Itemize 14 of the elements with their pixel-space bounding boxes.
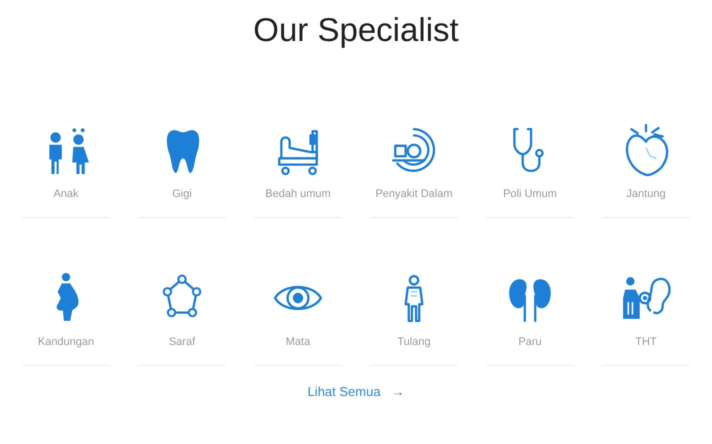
- specialist-link[interactable]: Mata: [286, 334, 310, 351]
- specialist-link[interactable]: Penyakit Dalam: [375, 186, 453, 203]
- specialist-link[interactable]: Bedah umum: [265, 186, 331, 203]
- specialist-link[interactable]: Tulang: [397, 334, 431, 351]
- section-title: Our Specialist: [253, 10, 459, 50]
- specialist-link[interactable]: Poli Umum: [503, 186, 557, 203]
- specialist-link[interactable]: Paru: [518, 334, 542, 351]
- specialist-link[interactable]: Jantung: [626, 186, 666, 203]
- specialist-link[interactable]: THT: [635, 334, 657, 351]
- specialist-link[interactable]: Kandungan: [38, 334, 94, 351]
- specialist-link[interactable]: Saraf: [168, 334, 196, 351]
- specialist-link[interactable]: Gigi: [172, 186, 192, 203]
- specialist-link[interactable]: Anak: [53, 186, 79, 203]
- see-all-link[interactable]: Lihat Semua →: [308, 382, 404, 402]
